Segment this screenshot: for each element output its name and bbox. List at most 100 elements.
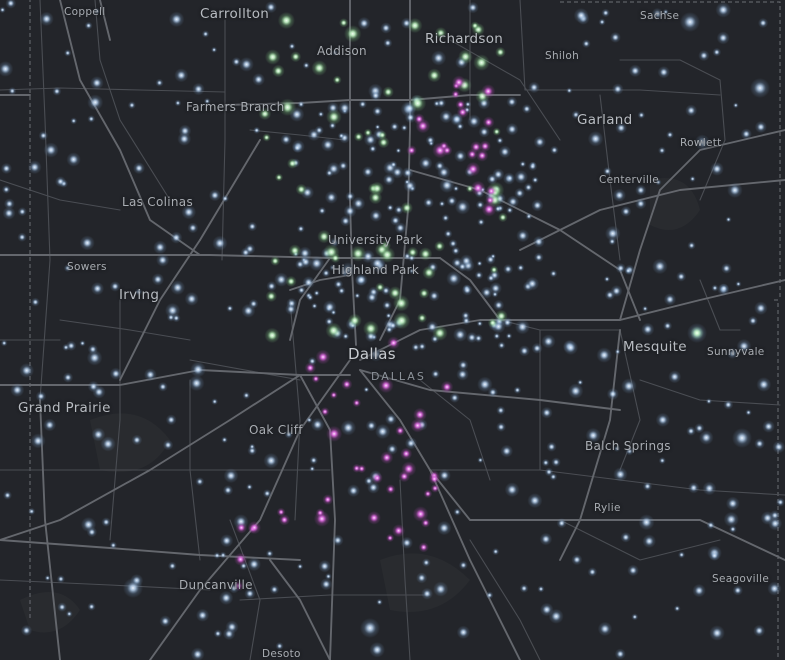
point-blue <box>620 532 632 543</box>
point-blue <box>109 367 122 380</box>
point-blue <box>57 602 67 612</box>
point-blue <box>758 17 769 29</box>
point-blue <box>170 280 186 295</box>
point-magenta <box>465 161 481 177</box>
point-blue <box>247 557 261 572</box>
point-blue <box>610 285 623 297</box>
point-blue <box>498 145 512 159</box>
map-canvas[interactable] <box>0 0 785 660</box>
point-blue <box>63 49 72 57</box>
point-blue <box>657 66 670 79</box>
point-blue <box>44 574 51 582</box>
point-blue <box>87 602 96 611</box>
point-blue <box>286 297 298 309</box>
point-blue <box>480 286 493 299</box>
point-blue <box>310 417 325 432</box>
point-blue <box>452 185 460 192</box>
point-blue <box>706 520 716 530</box>
point-green <box>473 54 490 71</box>
point-blue <box>347 484 360 498</box>
point-blue <box>537 585 545 593</box>
point-green <box>265 290 278 303</box>
point-blue <box>556 518 567 529</box>
point-blue <box>732 102 739 109</box>
point-blue <box>614 348 621 355</box>
point-blue <box>20 624 33 637</box>
point-blue <box>162 439 174 451</box>
point-blue <box>400 536 413 549</box>
place-label-las-colinas: Las Colinas <box>122 195 194 209</box>
point-blue <box>263 452 280 469</box>
point-blue <box>732 428 752 448</box>
point-green <box>264 49 281 65</box>
map-view[interactable]: Coppell Carrollton Addison Richardson Sachse… <box>0 0 785 660</box>
point-blue <box>598 18 606 26</box>
point-blue <box>55 176 66 188</box>
point-blue <box>87 115 96 123</box>
point-blue <box>753 624 766 637</box>
point-magenta <box>440 380 454 394</box>
point-magenta <box>352 398 362 408</box>
point-blue <box>79 340 86 347</box>
point-blue <box>608 237 617 246</box>
point-blue <box>19 363 35 378</box>
point-blue <box>531 199 544 212</box>
point-blue <box>658 146 666 155</box>
point-blue <box>642 534 656 548</box>
point-blue <box>491 290 499 298</box>
point-blue <box>190 647 205 660</box>
place-label-coppell: Coppell <box>64 6 106 18</box>
point-blue <box>280 133 292 146</box>
point-magenta <box>367 511 381 525</box>
point-blue <box>38 130 49 141</box>
point-magenta <box>400 447 413 460</box>
point-blue <box>467 114 481 129</box>
point-blue <box>541 334 556 349</box>
point-blue <box>222 485 234 496</box>
point-blue <box>123 578 143 598</box>
point-blue <box>0 162 12 175</box>
point-blue <box>297 285 306 295</box>
point-green <box>264 327 280 344</box>
place-label-sowers: Sowers <box>67 261 107 273</box>
point-blue <box>658 457 666 465</box>
place-label-university-park: University Park <box>328 233 423 247</box>
point-blue <box>597 621 613 637</box>
point-blue <box>603 275 611 283</box>
place-label-balch-springs: Balch Springs <box>585 439 671 453</box>
point-magenta <box>456 106 469 119</box>
point-green <box>287 158 298 169</box>
point-blue <box>457 359 469 371</box>
point-blue <box>709 625 725 641</box>
point-green <box>285 275 297 287</box>
point-blue <box>219 590 234 606</box>
point-blue <box>551 457 561 468</box>
point-blue <box>732 585 743 596</box>
point-blue <box>516 263 525 272</box>
point-blue <box>253 126 261 134</box>
point-blue <box>357 16 371 30</box>
point-blue <box>716 31 730 45</box>
point-blue <box>423 197 434 208</box>
point-green <box>495 46 506 58</box>
point-magenta <box>470 180 486 196</box>
point-blue <box>525 276 540 291</box>
point-blue <box>433 581 449 597</box>
point-blue <box>131 434 143 446</box>
point-blue <box>43 418 57 432</box>
point-blue <box>431 369 441 379</box>
point-blue <box>390 215 401 226</box>
point-blue <box>30 433 46 449</box>
point-blue <box>3 198 15 210</box>
point-magenta <box>386 533 395 543</box>
place-label-farmers-branch: Farmers Branch <box>186 100 285 114</box>
point-blue <box>52 86 62 96</box>
point-green <box>271 64 285 78</box>
point-blue <box>382 300 392 311</box>
point-blue <box>269 584 280 595</box>
point-green <box>270 256 281 266</box>
point-blue <box>375 423 391 440</box>
point-blue <box>337 132 345 140</box>
point-blue <box>101 517 111 527</box>
point-blue <box>612 188 627 202</box>
